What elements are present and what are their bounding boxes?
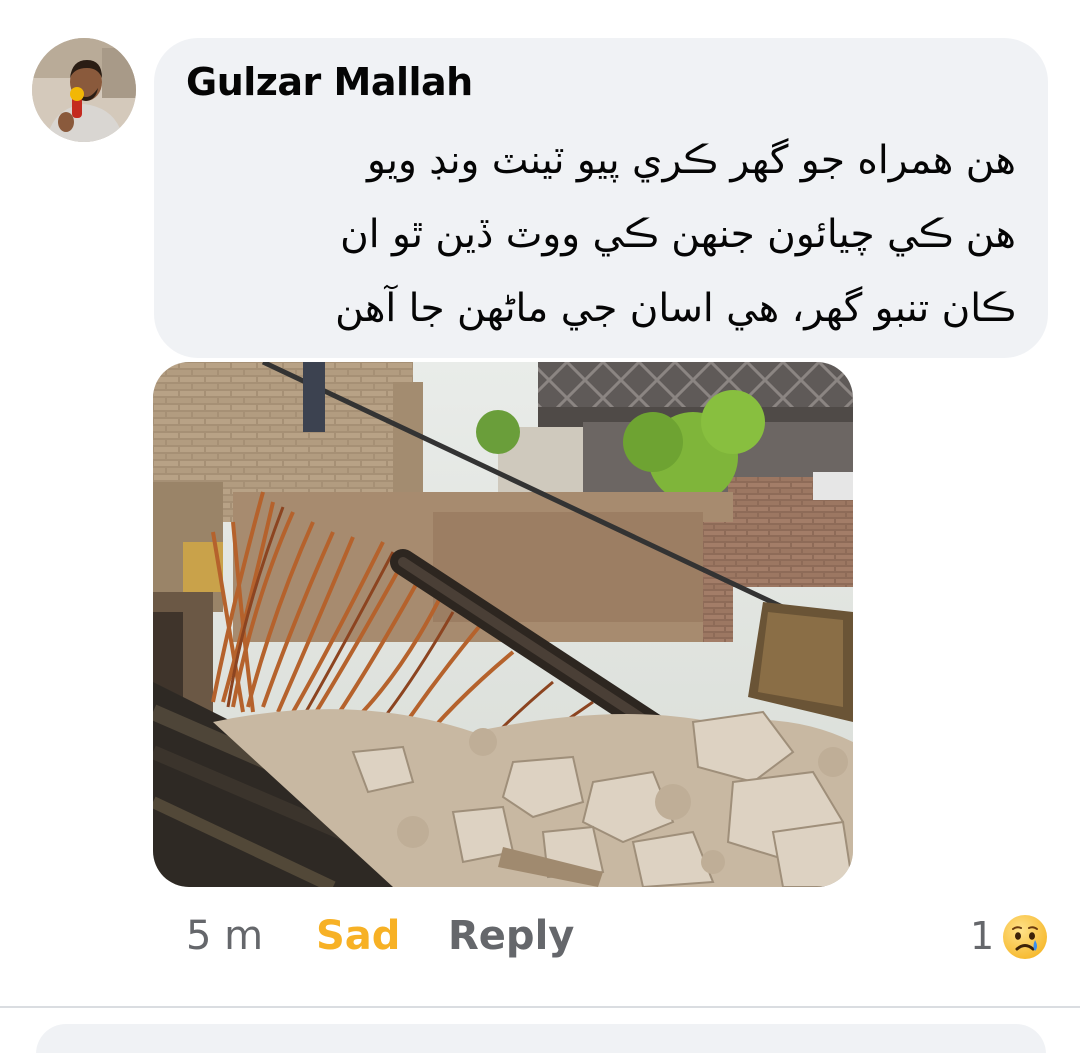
comment-text-line: هن ڪي چيائون جنهن ڪي ووٽ ڏين ٿو ان	[340, 212, 1016, 257]
reply-button[interactable]: Reply	[448, 908, 574, 964]
reaction-count[interactable]: 1	[970, 908, 994, 964]
comment-actions: 5 m Sad Reply 1	[0, 908, 1080, 968]
section-divider	[0, 1006, 1080, 1008]
comment-bubble: Gulzar Mallah هن همراه جو گهر ڪري پيو ٽي…	[154, 38, 1048, 358]
comment-thread: Gulzar Mallah هن همراه جو گهر ڪري پيو ٽي…	[0, 0, 1080, 1053]
comment-text-line: هن همراه جو گهر ڪري پيو ٽينٽ ونڊ ويو	[366, 138, 1016, 183]
reaction-button[interactable]: Sad	[316, 908, 400, 964]
comment-photo[interactable]	[153, 362, 853, 887]
next-comment-bubble	[36, 1024, 1046, 1053]
sad-face-emoji-icon[interactable]	[1002, 914, 1048, 960]
comment-text-line: ڪان تنبو گهر، هي اسان جي ماڻهن جا آهن	[335, 286, 1016, 331]
comment-author-name[interactable]: Gulzar Mallah	[186, 60, 473, 104]
collapsed-house-image	[153, 362, 853, 887]
comment-text: هن همراه جو گهر ڪري پيو ٽينٽ ونڊ ويو هن …	[196, 124, 1016, 346]
comment-timestamp[interactable]: 5 m	[186, 908, 263, 964]
avatar-image	[32, 38, 136, 142]
author-avatar[interactable]	[32, 38, 136, 142]
